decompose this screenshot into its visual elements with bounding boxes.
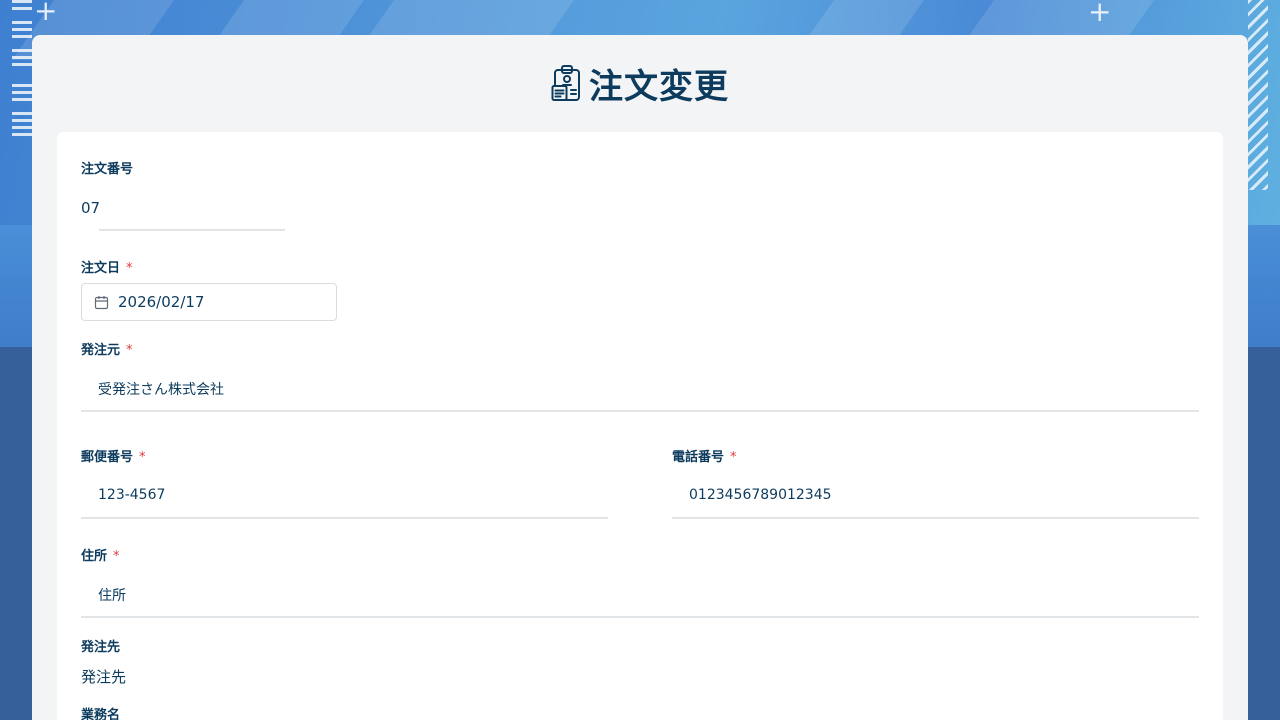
- orderer-label-text: 発注元: [81, 343, 121, 358]
- supplier-value: 発注先: [81, 668, 127, 686]
- job-name-label-text: 業務名: [81, 708, 121, 720]
- order-number-label: 注文番号: [81, 158, 133, 177]
- order-number-value: 07: [81, 199, 101, 217]
- phone-underline: [672, 517, 1199, 519]
- supplier-label-text: 発注先: [81, 640, 121, 655]
- hatch-decoration: [1248, 0, 1268, 190]
- required-mark: *: [113, 549, 120, 564]
- phone-label-text: 電話番号: [672, 450, 725, 465]
- address-underline: [81, 616, 1199, 618]
- postal-code-underline: [81, 517, 608, 519]
- clipboard-document-icon: [551, 64, 585, 104]
- postal-code-field[interactable]: 123-4567: [98, 487, 165, 503]
- main-panel: 注文変更 注文番号 07 注文日 * 2026/02/17 発注元 * 受発注さん株…: [32, 35, 1248, 720]
- postal-code-label: 郵便番号 *: [81, 446, 146, 465]
- order-number-label-text: 注文番号: [81, 162, 134, 177]
- orderer-underline: [81, 410, 1199, 412]
- side-bars-decoration: [12, 0, 32, 140]
- plus-decoration-icon: +: [34, 0, 58, 27]
- order-date-value: 2026/02/17: [118, 293, 205, 311]
- phone-field[interactable]: 0123456789012345: [689, 487, 832, 503]
- plus-decoration-icon: +: [1088, 0, 1112, 28]
- orderer-label: 発注元 *: [81, 339, 133, 358]
- phone-label: 電話番号 *: [672, 446, 737, 465]
- order-number-underline: [99, 229, 285, 231]
- postal-code-label-text: 郵便番号: [81, 450, 134, 465]
- order-date-label: 注文日 *: [81, 257, 133, 276]
- page-header: 注文変更: [32, 59, 1248, 108]
- required-mark: *: [730, 450, 737, 465]
- job-name-label: 業務名: [81, 704, 120, 720]
- calendar-icon: [94, 295, 109, 310]
- orderer-field[interactable]: 受発注さん株式会社: [98, 379, 224, 399]
- order-date-label-text: 注文日: [81, 261, 121, 276]
- required-mark: *: [139, 450, 146, 465]
- order-date-input[interactable]: 2026/02/17: [81, 283, 337, 321]
- page-title: 注文変更: [589, 67, 729, 107]
- address-label: 住所 *: [81, 545, 120, 564]
- required-mark: *: [126, 343, 133, 358]
- required-mark: *: [126, 261, 133, 276]
- order-form: 注文番号 07 注文日 * 2026/02/17 発注元 * 受発注さん株式会社 郵…: [57, 132, 1223, 720]
- supplier-label: 発注先: [81, 636, 120, 655]
- address-field[interactable]: 住所: [98, 585, 126, 605]
- address-label-text: 住所: [81, 549, 108, 564]
